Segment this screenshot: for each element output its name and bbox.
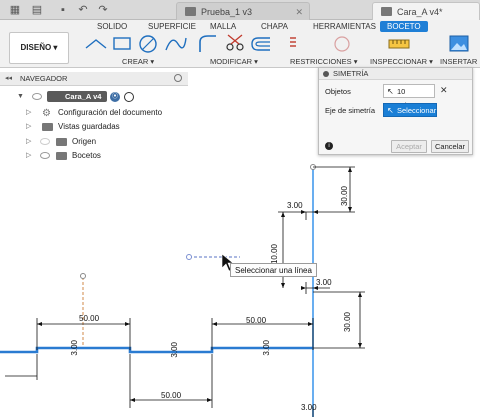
close-icon[interactable]: ✕ [295,3,303,21]
design-button-label: DISEÑO [20,43,52,52]
tab-boceto[interactable]: BOCETO [380,21,428,32]
modify-group-label[interactable]: MODIFICAR ▾ [210,57,258,66]
cursor-arrow-icon: ↖ [387,106,394,115]
inspect-group-label[interactable]: INSPECCIONAR ▾ [370,57,433,66]
accept-button[interactable]: Aceptar [391,140,427,153]
navigator-item[interactable]: ▷ Vistas guardadas [0,120,188,134]
document-tab-active[interactable]: Cara_A v4* [372,2,480,20]
document-icon [185,7,196,16]
navigator-item-label: Configuración del documento [58,108,163,117]
cancel-button[interactable]: Cancelar [431,140,469,153]
tab-superficie[interactable]: SUPERFICIE [148,22,196,31]
tab-chapa[interactable]: CHAPA [261,22,288,31]
navigator-title: NAVEGADOR [20,74,68,83]
select-line-tooltip: Seleccionar una línea [230,263,317,277]
navigator-pin-icon[interactable] [174,74,182,82]
expand-arrow-icon[interactable]: ▷ [26,149,31,163]
create-group-label[interactable]: CREAR ▾ [122,57,154,66]
dimension-lines [5,166,365,417]
sketch-point [80,273,86,279]
symmetry-axis-label: Eje de simetría [325,106,376,115]
dimension-notch-2[interactable]: 3.00 [170,342,179,358]
dimension-lower-right-vertical[interactable]: 30.00 [343,312,352,332]
objects-selection-field[interactable]: ↖ 10 selecc... [383,84,435,110]
activate-component-icon[interactable]: ⦿ [110,92,120,102]
document-tab-label: Prueba_1 v3 [201,7,253,17]
insert-group-text: INSERTAR [440,57,478,66]
navigator-item-label: Origen [72,137,97,146]
tab-malla[interactable]: MALLA [210,22,236,31]
dimension-middle-vertical[interactable]: 10.00 [270,244,279,264]
document-tab-inactive[interactable]: Prueba_1 v3 ✕ [176,2,310,20]
navigator-item[interactable]: ▷ Origen [0,135,188,149]
modify-group-text: MODIFICAR [210,57,253,66]
dimension-top-right-horizontal[interactable]: 3.00 [287,201,303,210]
dialog-title: SIMETRÍA [333,69,369,78]
navigator-item[interactable]: ▷ Bocetos [0,149,188,163]
constraints-group-label[interactable]: RESTRICCIONES ▾ [290,57,358,66]
dimension-top-right-vertical[interactable]: 30.00 [340,186,349,206]
dimension-middle-horizontal[interactable]: 3.00 [316,278,332,287]
dimension-right-top[interactable]: 50.00 [246,316,266,325]
constraints-group-text: RESTRICCIONES [290,57,352,66]
dimension-notch-1[interactable]: 3.00 [70,340,79,356]
navigator-root-row[interactable]: ▼ Cara_A v4 ⦿ [0,90,188,104]
title-bar: ▦ ▤ ▪ ↶ ↷ Prueba_1 v3 ✕ Cara_A v4* [0,0,480,20]
navigator-item-label: Vistas guardadas [58,122,120,131]
objects-label: Objetos [325,87,351,96]
dimension-notch-3[interactable]: 3.00 [262,340,271,356]
tab-solido[interactable]: SOLIDO [97,22,127,31]
expand-arrow-icon[interactable]: ▷ [26,120,31,134]
root-component-label[interactable]: Cara_A v4 [47,91,107,102]
cursor-arrow-icon: ↖ [387,87,394,96]
navigator-header: ◂◂ NAVEGADOR [0,72,188,86]
radio-icon[interactable] [124,92,134,102]
visibility-eye-icon[interactable] [32,93,42,100]
create-tools-icons[interactable] [84,34,188,54]
document-icon [381,7,392,16]
insert-image-icon[interactable] [449,34,469,54]
symmetry-axis-selection-field[interactable]: ↖ Seleccionar [383,103,437,117]
navigator-item[interactable]: ▷ ⚙ Configuración del documento [0,106,188,120]
undo-icon[interactable]: ↶ [76,3,90,17]
symmetry-axis-value: Seleccionar [397,106,437,115]
visibility-eye-icon[interactable] [40,138,50,145]
folder-icon [42,123,53,131]
create-group-text: CREAR [122,57,149,66]
folder-icon [56,152,67,160]
design-workspace-button[interactable]: DISEÑO ▾ [9,32,69,64]
visibility-eye-icon[interactable] [40,152,50,159]
folder-icon [56,138,67,146]
file-icon[interactable]: ▤ [30,3,44,17]
dialog-dot-icon [323,71,329,77]
navigator-item-label: Bocetos [72,151,101,160]
redo-icon[interactable]: ↷ [96,3,110,17]
sketch-point [186,254,192,260]
save-icon[interactable]: ▪ [56,3,70,17]
measure-icon[interactable] [388,34,410,54]
expand-arrow-icon[interactable]: ▷ [26,135,31,149]
modify-tools-icons[interactable] [198,34,274,54]
tab-herramientas[interactable]: HERRAMIENTAS [313,22,376,31]
expand-arrow-icon[interactable]: ▷ [26,106,31,120]
dimension-bottom-right[interactable]: 3.00 [301,403,317,412]
gear-icon: ⚙ [42,108,51,119]
grid-menu-icon[interactable]: ▦ [8,3,22,17]
ribbon-toolbar: SOLIDO SUPERFICIE MALLA CHAPA HERRAMIENT… [0,20,480,75]
constraint-tools-icons[interactable] [286,34,356,54]
clear-selection-icon[interactable]: ✕ [440,85,448,96]
dialog-title-bar[interactable]: SIMETRÍA [319,68,472,80]
expand-collapse-icon[interactable]: ◂◂ [5,74,12,82]
inspect-group-text: INSPECCIONAR [370,57,428,66]
symmetry-dialog: SIMETRÍA Objetos ↖ 10 selecc... ✕ Eje de… [318,67,473,155]
dimension-left-top[interactable]: 50.00 [79,314,99,323]
document-tab-label: Cara_A v4* [397,7,443,17]
info-icon[interactable]: i [325,142,333,150]
dimension-bottom-middle[interactable]: 50.00 [161,391,181,400]
collapse-arrow-icon[interactable]: ▼ [17,90,24,104]
